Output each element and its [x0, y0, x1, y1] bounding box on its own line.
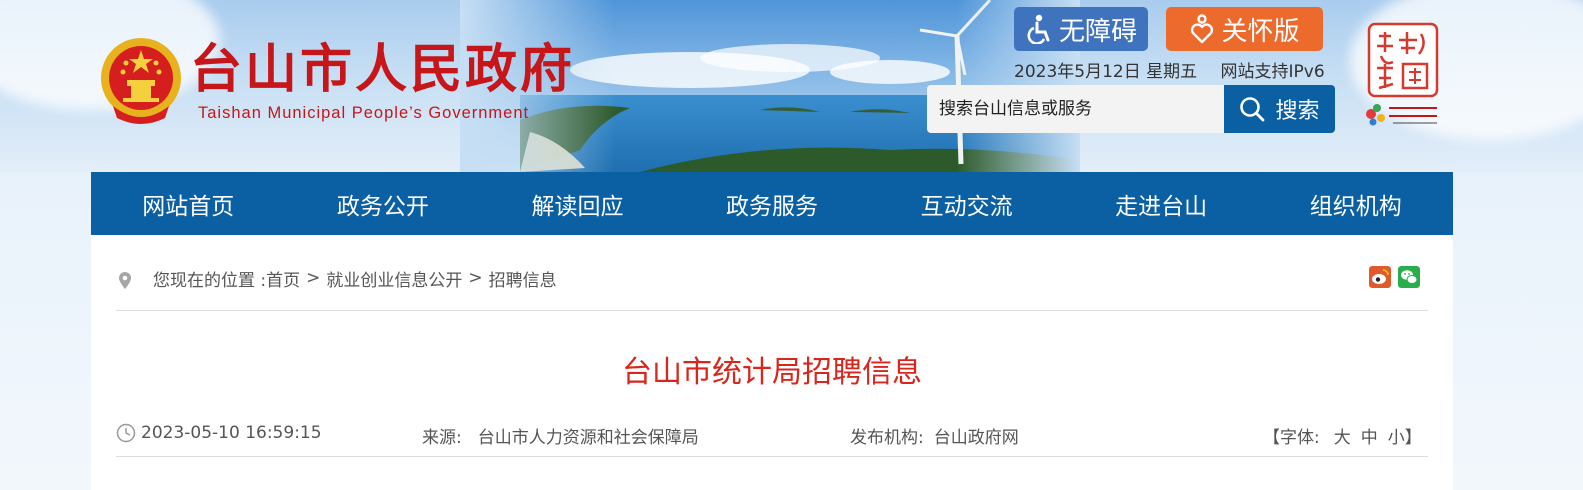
breadcrumb-prefix: 您现在的位置 : — [153, 270, 267, 291]
publish-time: 2023-05-10 16:59:15 — [116, 423, 322, 443]
font-size-label: 【字体: — [1263, 428, 1320, 448]
location-pin-icon — [119, 272, 131, 289]
article-title: 台山市统计局招聘信息 — [622, 355, 922, 390]
breadcrumb: 您现在的位置 : 首页 > 就业创业信息公开 > 招聘信息 — [117, 265, 557, 291]
publisher-value: 台山政府网 — [933, 428, 1019, 448]
current-date: 2023年5月12日 星期五 — [1014, 62, 1198, 82]
main-nav: 网站首页 政务公开 解读回应 政务服务 互动交流 走进台山 组织机构 — [91, 172, 1453, 235]
publish-datetime: 2023-05-10 16:59:15 — [141, 423, 322, 443]
search-icon — [1240, 97, 1265, 122]
breadcrumb-separator: > — [306, 268, 321, 288]
ipv6-support: 网站支持IPv6 — [1220, 62, 1325, 82]
font-size-medium-button[interactable]: 中 — [1361, 423, 1378, 448]
publisher-label: 发布机构: — [850, 428, 924, 448]
header-banner: 台山市人民政府 Taishan Municipal People’s Gover… — [0, 0, 1583, 172]
site-title: 台山市人民政府 — [190, 40, 576, 100]
date-line: 2023年5月12日 星期五 网站支持IPv6 — [1014, 57, 1325, 82]
font-size-small-button[interactable]: 小】 — [1388, 423, 1422, 448]
care-heart-icon — [1191, 14, 1214, 44]
article-source: 来源: 台山市人力资源和社会保障局 — [422, 423, 699, 448]
accessibility-button[interactable]: 无障碍 — [1014, 7, 1148, 51]
font-size-control: 【字体: 大 中 小】 — [1263, 423, 1422, 448]
breadcrumb-section-link[interactable]: 就业创业信息公开 — [326, 266, 462, 291]
source-label: 来源: — [422, 428, 462, 448]
meta-divider — [116, 456, 1428, 457]
nav-item-about-taishan[interactable]: 走进台山 — [1064, 172, 1259, 235]
weibo-icon[interactable] — [1369, 266, 1391, 288]
search-button-label: 搜索 — [1275, 99, 1320, 124]
search-button[interactable]: 搜索 — [1224, 85, 1335, 133]
national-emblem-icon — [101, 38, 181, 124]
qiao-du-logo — [1366, 22, 1439, 126]
clock-icon — [116, 423, 136, 443]
site-subtitle: Taishan Municipal People’s Government — [198, 104, 530, 122]
wechat-icon[interactable] — [1398, 266, 1420, 288]
nav-item-gov-affairs-disclosure[interactable]: 政务公开 — [286, 172, 481, 235]
breadcrumb-separator: > — [468, 268, 483, 288]
breadcrumb-home-link[interactable]: 首页 — [266, 266, 300, 291]
nav-item-interpretation[interactable]: 解读回应 — [480, 172, 675, 235]
nav-item-organizations[interactable]: 组织机构 — [1258, 172, 1453, 235]
nav-item-interaction[interactable]: 互动交流 — [869, 172, 1064, 235]
accessibility-label: 无障碍 — [1058, 16, 1137, 47]
search-input[interactable] — [927, 85, 1225, 133]
font-size-large-button[interactable]: 大 — [1334, 423, 1351, 448]
article-publisher: 发布机构: 台山政府网 — [850, 423, 1019, 448]
nav-item-gov-services[interactable]: 政务服务 — [675, 172, 870, 235]
content-panel: 您现在的位置 : 首页 > 就业创业信息公开 > 招聘信息 台山市统计局招聘信息… — [91, 235, 1453, 490]
breadcrumb-current-link[interactable]: 招聘信息 — [489, 266, 557, 291]
source-value: 台山市人力资源和社会保障局 — [477, 428, 699, 448]
care-mode-label: 关怀版 — [1221, 16, 1300, 47]
breadcrumb-divider — [116, 310, 1428, 311]
nav-item-home[interactable]: 网站首页 — [91, 172, 286, 235]
wheelchair-icon — [1027, 14, 1050, 44]
care-mode-button[interactable]: 关怀版 — [1166, 7, 1323, 51]
